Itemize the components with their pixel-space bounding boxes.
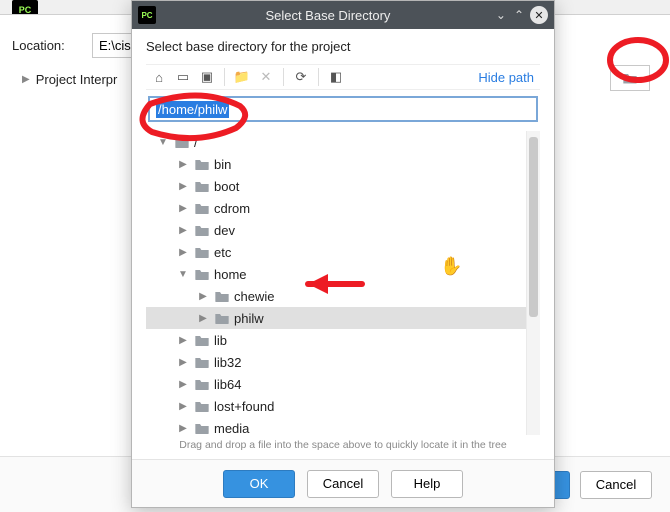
expand-toggle-icon[interactable]: ▶ (196, 291, 210, 302)
pycharm-app-icon: PC (138, 6, 156, 24)
directory-tree-scroll[interactable]: ▼/▶bin▶boot▶cdrom▶dev▶etc▼home▶chewie▶ph… (146, 131, 540, 435)
folder-icon (174, 135, 190, 149)
close-icon[interactable]: ✕ (530, 6, 548, 24)
folder-icon (194, 157, 210, 171)
background-cancel-button[interactable]: Cancel (580, 471, 652, 499)
tree-node-boot[interactable]: ▶ boot (146, 175, 540, 197)
project-icon[interactable]: ▣ (196, 66, 218, 88)
tree-node-label: etc (214, 245, 231, 260)
folder-icon (194, 267, 210, 281)
expand-toggle-icon[interactable]: ▶ (176, 181, 190, 192)
show-hidden-icon[interactable]: ◧ (325, 66, 347, 88)
select-base-directory-dialog: PC Select Base Directory ⌄ ⌃ ✕ Select ba… (131, 0, 555, 508)
tree-node-label: lib32 (214, 355, 241, 370)
desktop-icon[interactable]: ▭ (172, 66, 194, 88)
tree-node-label: / (194, 135, 198, 150)
chevron-down-icon[interactable]: ⌄ (494, 8, 508, 22)
new-folder-icon[interactable]: 📁 (231, 66, 253, 88)
expand-toggle-icon[interactable]: ▶ (196, 313, 210, 324)
toolbar: ⌂ ▭ ▣ 📁 ✕ ⟳ ◧ Hide path (146, 64, 540, 90)
tree-node-label: dev (214, 223, 235, 238)
scrollbar-thumb[interactable] (529, 137, 538, 317)
expand-toggle-icon[interactable]: ▶ (176, 401, 190, 412)
expand-toggle-icon[interactable]: ▶ (176, 203, 190, 214)
tree-node-lib32[interactable]: ▶ lib32 (146, 351, 540, 373)
tree-node-media[interactable]: ▶ media (146, 417, 540, 435)
folder-icon (194, 377, 210, 391)
tree-node-lost-found[interactable]: ▶ lost+found (146, 395, 540, 417)
tree-node-philw[interactable]: ▶ philw (146, 307, 540, 329)
refresh-icon[interactable]: ⟳ (290, 66, 312, 88)
tree-node-label: philw (234, 311, 264, 326)
drag-drop-hint: Drag and drop a file into the space abov… (146, 435, 540, 459)
tree-node-label: bin (214, 157, 231, 172)
home-icon[interactable]: ⌂ (148, 66, 170, 88)
folder-open-icon (622, 71, 638, 85)
folder-icon (194, 179, 210, 193)
expand-toggle-icon[interactable]: ▶ (176, 225, 190, 236)
location-label: Location: (12, 38, 92, 53)
folder-icon (194, 245, 210, 259)
tree-node-label: lib64 (214, 377, 241, 392)
folder-icon (194, 421, 210, 435)
tree-root[interactable]: ▼/ (146, 131, 540, 153)
separator (283, 68, 284, 86)
path-input[interactable]: /home/philw (148, 96, 538, 122)
expand-toggle-icon[interactable]: ▼ (176, 269, 190, 280)
tree-node-chewie[interactable]: ▶ chewie (146, 285, 540, 307)
tree-node-label: chewie (234, 289, 274, 304)
folder-icon (194, 355, 210, 369)
ok-button[interactable]: OK (223, 470, 295, 498)
expand-toggle-icon[interactable]: ▶ (176, 379, 190, 390)
tree-node-bin[interactable]: ▶ bin (146, 153, 540, 175)
folder-icon (194, 399, 210, 413)
folder-icon (194, 201, 210, 215)
tree-node-label: media (214, 421, 249, 436)
expand-toggle-icon[interactable]: ▶ (176, 423, 190, 434)
expand-toggle-icon[interactable]: ▶ (176, 159, 190, 170)
expand-toggle-icon[interactable]: ▶ (176, 247, 190, 258)
tree-node-etc[interactable]: ▶ etc (146, 241, 540, 263)
chevron-right-icon: ▶ (22, 74, 30, 85)
tree-node-label: lib (214, 333, 227, 348)
folder-icon (194, 223, 210, 237)
dialog-instruction: Select base directory for the project (146, 39, 540, 54)
scrollbar[interactable] (526, 131, 540, 435)
expand-toggle-icon[interactable]: ▼ (156, 137, 170, 148)
cancel-button[interactable]: Cancel (307, 470, 379, 498)
tree-node-dev[interactable]: ▶ dev (146, 219, 540, 241)
tree-node-lib[interactable]: ▶ lib (146, 329, 540, 351)
folder-icon (194, 333, 210, 347)
expand-toggle-icon[interactable]: ▶ (176, 357, 190, 368)
hand-cursor-icon: ✋ (440, 256, 462, 277)
dialog-title: Select Base Directory (162, 8, 494, 23)
folder-icon (214, 289, 230, 303)
tree-node-label: cdrom (214, 201, 250, 216)
separator (224, 68, 225, 86)
folder-icon (214, 311, 230, 325)
expand-toggle-icon[interactable]: ▶ (176, 335, 190, 346)
help-button[interactable]: Help (391, 470, 463, 498)
tree-node-label: lost+found (214, 399, 274, 414)
tree-node-lib64[interactable]: ▶ lib64 (146, 373, 540, 395)
tree-node-label: boot (214, 179, 239, 194)
hide-path-link[interactable]: Hide path (478, 70, 538, 85)
dialog-footer: OK Cancel Help (132, 459, 554, 507)
directory-tree: ▼/▶bin▶boot▶cdrom▶dev▶etc▼home▶chewie▶ph… (146, 130, 540, 435)
path-input-value: /home/philw (156, 101, 229, 118)
tree-node-label: home (214, 267, 247, 282)
project-interpreter-label: Project Interpr (36, 72, 118, 87)
browse-button[interactable] (610, 65, 650, 91)
tree-node-home[interactable]: ▼ home (146, 263, 540, 285)
titlebar: PC Select Base Directory ⌄ ⌃ ✕ (132, 1, 554, 29)
separator (318, 68, 319, 86)
delete-icon[interactable]: ✕ (255, 66, 277, 88)
tree-node-cdrom[interactable]: ▶ cdrom (146, 197, 540, 219)
chevron-up-icon[interactable]: ⌃ (512, 8, 526, 22)
